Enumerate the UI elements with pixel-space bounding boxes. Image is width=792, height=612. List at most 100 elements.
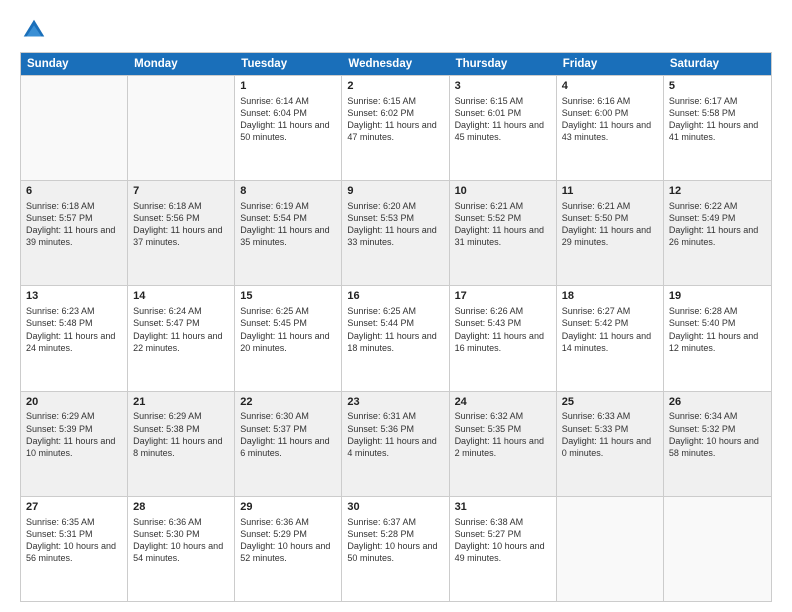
week-row-5: 27Sunrise: 6:35 AM Sunset: 5:31 PM Dayli… <box>21 496 771 601</box>
cal-cell: 9Sunrise: 6:20 AM Sunset: 5:53 PM Daylig… <box>342 181 449 285</box>
day-number: 25 <box>562 395 658 410</box>
cell-info: Sunrise: 6:33 AM Sunset: 5:33 PM Dayligh… <box>562 410 658 459</box>
cal-cell: 1Sunrise: 6:14 AM Sunset: 6:04 PM Daylig… <box>235 76 342 180</box>
cell-info: Sunrise: 6:22 AM Sunset: 5:49 PM Dayligh… <box>669 200 766 249</box>
week-row-1: 1Sunrise: 6:14 AM Sunset: 6:04 PM Daylig… <box>21 75 771 180</box>
header-day-thursday: Thursday <box>450 53 557 75</box>
cell-info: Sunrise: 6:18 AM Sunset: 5:57 PM Dayligh… <box>26 200 122 249</box>
cell-info: Sunrise: 6:30 AM Sunset: 5:37 PM Dayligh… <box>240 410 336 459</box>
day-number: 14 <box>133 289 229 304</box>
cell-info: Sunrise: 6:35 AM Sunset: 5:31 PM Dayligh… <box>26 516 122 565</box>
week-row-3: 13Sunrise: 6:23 AM Sunset: 5:48 PM Dayli… <box>21 285 771 390</box>
day-number: 8 <box>240 184 336 199</box>
day-number: 4 <box>562 79 658 94</box>
cell-info: Sunrise: 6:29 AM Sunset: 5:38 PM Dayligh… <box>133 410 229 459</box>
day-number: 21 <box>133 395 229 410</box>
day-number: 3 <box>455 79 551 94</box>
logo <box>20 16 52 44</box>
cell-info: Sunrise: 6:15 AM Sunset: 6:01 PM Dayligh… <box>455 95 551 144</box>
cell-info: Sunrise: 6:24 AM Sunset: 5:47 PM Dayligh… <box>133 305 229 354</box>
cell-info: Sunrise: 6:19 AM Sunset: 5:54 PM Dayligh… <box>240 200 336 249</box>
header-day-wednesday: Wednesday <box>342 53 449 75</box>
header-day-saturday: Saturday <box>664 53 771 75</box>
cal-cell: 14Sunrise: 6:24 AM Sunset: 5:47 PM Dayli… <box>128 286 235 390</box>
calendar-body: 1Sunrise: 6:14 AM Sunset: 6:04 PM Daylig… <box>21 75 771 601</box>
day-number: 18 <box>562 289 658 304</box>
day-number: 12 <box>669 184 766 199</box>
header-day-friday: Friday <box>557 53 664 75</box>
cell-info: Sunrise: 6:27 AM Sunset: 5:42 PM Dayligh… <box>562 305 658 354</box>
cell-info: Sunrise: 6:36 AM Sunset: 5:30 PM Dayligh… <box>133 516 229 565</box>
cell-info: Sunrise: 6:26 AM Sunset: 5:43 PM Dayligh… <box>455 305 551 354</box>
cal-cell: 10Sunrise: 6:21 AM Sunset: 5:52 PM Dayli… <box>450 181 557 285</box>
day-number: 27 <box>26 500 122 515</box>
calendar: SundayMondayTuesdayWednesdayThursdayFrid… <box>20 52 772 602</box>
day-number: 7 <box>133 184 229 199</box>
day-number: 19 <box>669 289 766 304</box>
cell-info: Sunrise: 6:20 AM Sunset: 5:53 PM Dayligh… <box>347 200 443 249</box>
cal-cell: 16Sunrise: 6:25 AM Sunset: 5:44 PM Dayli… <box>342 286 449 390</box>
day-number: 6 <box>26 184 122 199</box>
cal-cell: 20Sunrise: 6:29 AM Sunset: 5:39 PM Dayli… <box>21 392 128 496</box>
day-number: 24 <box>455 395 551 410</box>
cal-cell: 7Sunrise: 6:18 AM Sunset: 5:56 PM Daylig… <box>128 181 235 285</box>
cal-cell: 21Sunrise: 6:29 AM Sunset: 5:38 PM Dayli… <box>128 392 235 496</box>
cell-info: Sunrise: 6:23 AM Sunset: 5:48 PM Dayligh… <box>26 305 122 354</box>
header <box>20 16 772 44</box>
page: SundayMondayTuesdayWednesdayThursdayFrid… <box>0 0 792 612</box>
cell-info: Sunrise: 6:29 AM Sunset: 5:39 PM Dayligh… <box>26 410 122 459</box>
cal-cell: 18Sunrise: 6:27 AM Sunset: 5:42 PM Dayli… <box>557 286 664 390</box>
cell-info: Sunrise: 6:36 AM Sunset: 5:29 PM Dayligh… <box>240 516 336 565</box>
cell-info: Sunrise: 6:31 AM Sunset: 5:36 PM Dayligh… <box>347 410 443 459</box>
cal-cell: 5Sunrise: 6:17 AM Sunset: 5:58 PM Daylig… <box>664 76 771 180</box>
cell-info: Sunrise: 6:38 AM Sunset: 5:27 PM Dayligh… <box>455 516 551 565</box>
cell-info: Sunrise: 6:21 AM Sunset: 5:52 PM Dayligh… <box>455 200 551 249</box>
cal-cell: 24Sunrise: 6:32 AM Sunset: 5:35 PM Dayli… <box>450 392 557 496</box>
cal-cell: 29Sunrise: 6:36 AM Sunset: 5:29 PM Dayli… <box>235 497 342 601</box>
cell-info: Sunrise: 6:25 AM Sunset: 5:44 PM Dayligh… <box>347 305 443 354</box>
day-number: 20 <box>26 395 122 410</box>
cell-info: Sunrise: 6:17 AM Sunset: 5:58 PM Dayligh… <box>669 95 766 144</box>
cell-info: Sunrise: 6:34 AM Sunset: 5:32 PM Dayligh… <box>669 410 766 459</box>
day-number: 22 <box>240 395 336 410</box>
day-number: 26 <box>669 395 766 410</box>
cell-info: Sunrise: 6:32 AM Sunset: 5:35 PM Dayligh… <box>455 410 551 459</box>
cell-info: Sunrise: 6:25 AM Sunset: 5:45 PM Dayligh… <box>240 305 336 354</box>
cal-cell <box>557 497 664 601</box>
day-number: 31 <box>455 500 551 515</box>
cal-cell: 12Sunrise: 6:22 AM Sunset: 5:49 PM Dayli… <box>664 181 771 285</box>
header-day-tuesday: Tuesday <box>235 53 342 75</box>
cal-cell: 23Sunrise: 6:31 AM Sunset: 5:36 PM Dayli… <box>342 392 449 496</box>
day-number: 2 <box>347 79 443 94</box>
header-day-monday: Monday <box>128 53 235 75</box>
cal-cell: 11Sunrise: 6:21 AM Sunset: 5:50 PM Dayli… <box>557 181 664 285</box>
cell-info: Sunrise: 6:16 AM Sunset: 6:00 PM Dayligh… <box>562 95 658 144</box>
cell-info: Sunrise: 6:15 AM Sunset: 6:02 PM Dayligh… <box>347 95 443 144</box>
cal-cell: 3Sunrise: 6:15 AM Sunset: 6:01 PM Daylig… <box>450 76 557 180</box>
cal-cell: 31Sunrise: 6:38 AM Sunset: 5:27 PM Dayli… <box>450 497 557 601</box>
cal-cell: 19Sunrise: 6:28 AM Sunset: 5:40 PM Dayli… <box>664 286 771 390</box>
day-number: 1 <box>240 79 336 94</box>
cal-cell <box>21 76 128 180</box>
cal-cell: 26Sunrise: 6:34 AM Sunset: 5:32 PM Dayli… <box>664 392 771 496</box>
day-number: 10 <box>455 184 551 199</box>
cal-cell: 17Sunrise: 6:26 AM Sunset: 5:43 PM Dayli… <box>450 286 557 390</box>
cal-cell: 25Sunrise: 6:33 AM Sunset: 5:33 PM Dayli… <box>557 392 664 496</box>
cal-cell: 22Sunrise: 6:30 AM Sunset: 5:37 PM Dayli… <box>235 392 342 496</box>
week-row-2: 6Sunrise: 6:18 AM Sunset: 5:57 PM Daylig… <box>21 180 771 285</box>
day-number: 29 <box>240 500 336 515</box>
cell-info: Sunrise: 6:28 AM Sunset: 5:40 PM Dayligh… <box>669 305 766 354</box>
day-number: 9 <box>347 184 443 199</box>
cell-info: Sunrise: 6:37 AM Sunset: 5:28 PM Dayligh… <box>347 516 443 565</box>
cal-cell: 13Sunrise: 6:23 AM Sunset: 5:48 PM Dayli… <box>21 286 128 390</box>
cal-cell: 6Sunrise: 6:18 AM Sunset: 5:57 PM Daylig… <box>21 181 128 285</box>
day-number: 17 <box>455 289 551 304</box>
cal-cell: 2Sunrise: 6:15 AM Sunset: 6:02 PM Daylig… <box>342 76 449 180</box>
day-number: 15 <box>240 289 336 304</box>
day-number: 28 <box>133 500 229 515</box>
cal-cell <box>664 497 771 601</box>
day-number: 23 <box>347 395 443 410</box>
cell-info: Sunrise: 6:18 AM Sunset: 5:56 PM Dayligh… <box>133 200 229 249</box>
header-day-sunday: Sunday <box>21 53 128 75</box>
logo-icon <box>20 16 48 44</box>
